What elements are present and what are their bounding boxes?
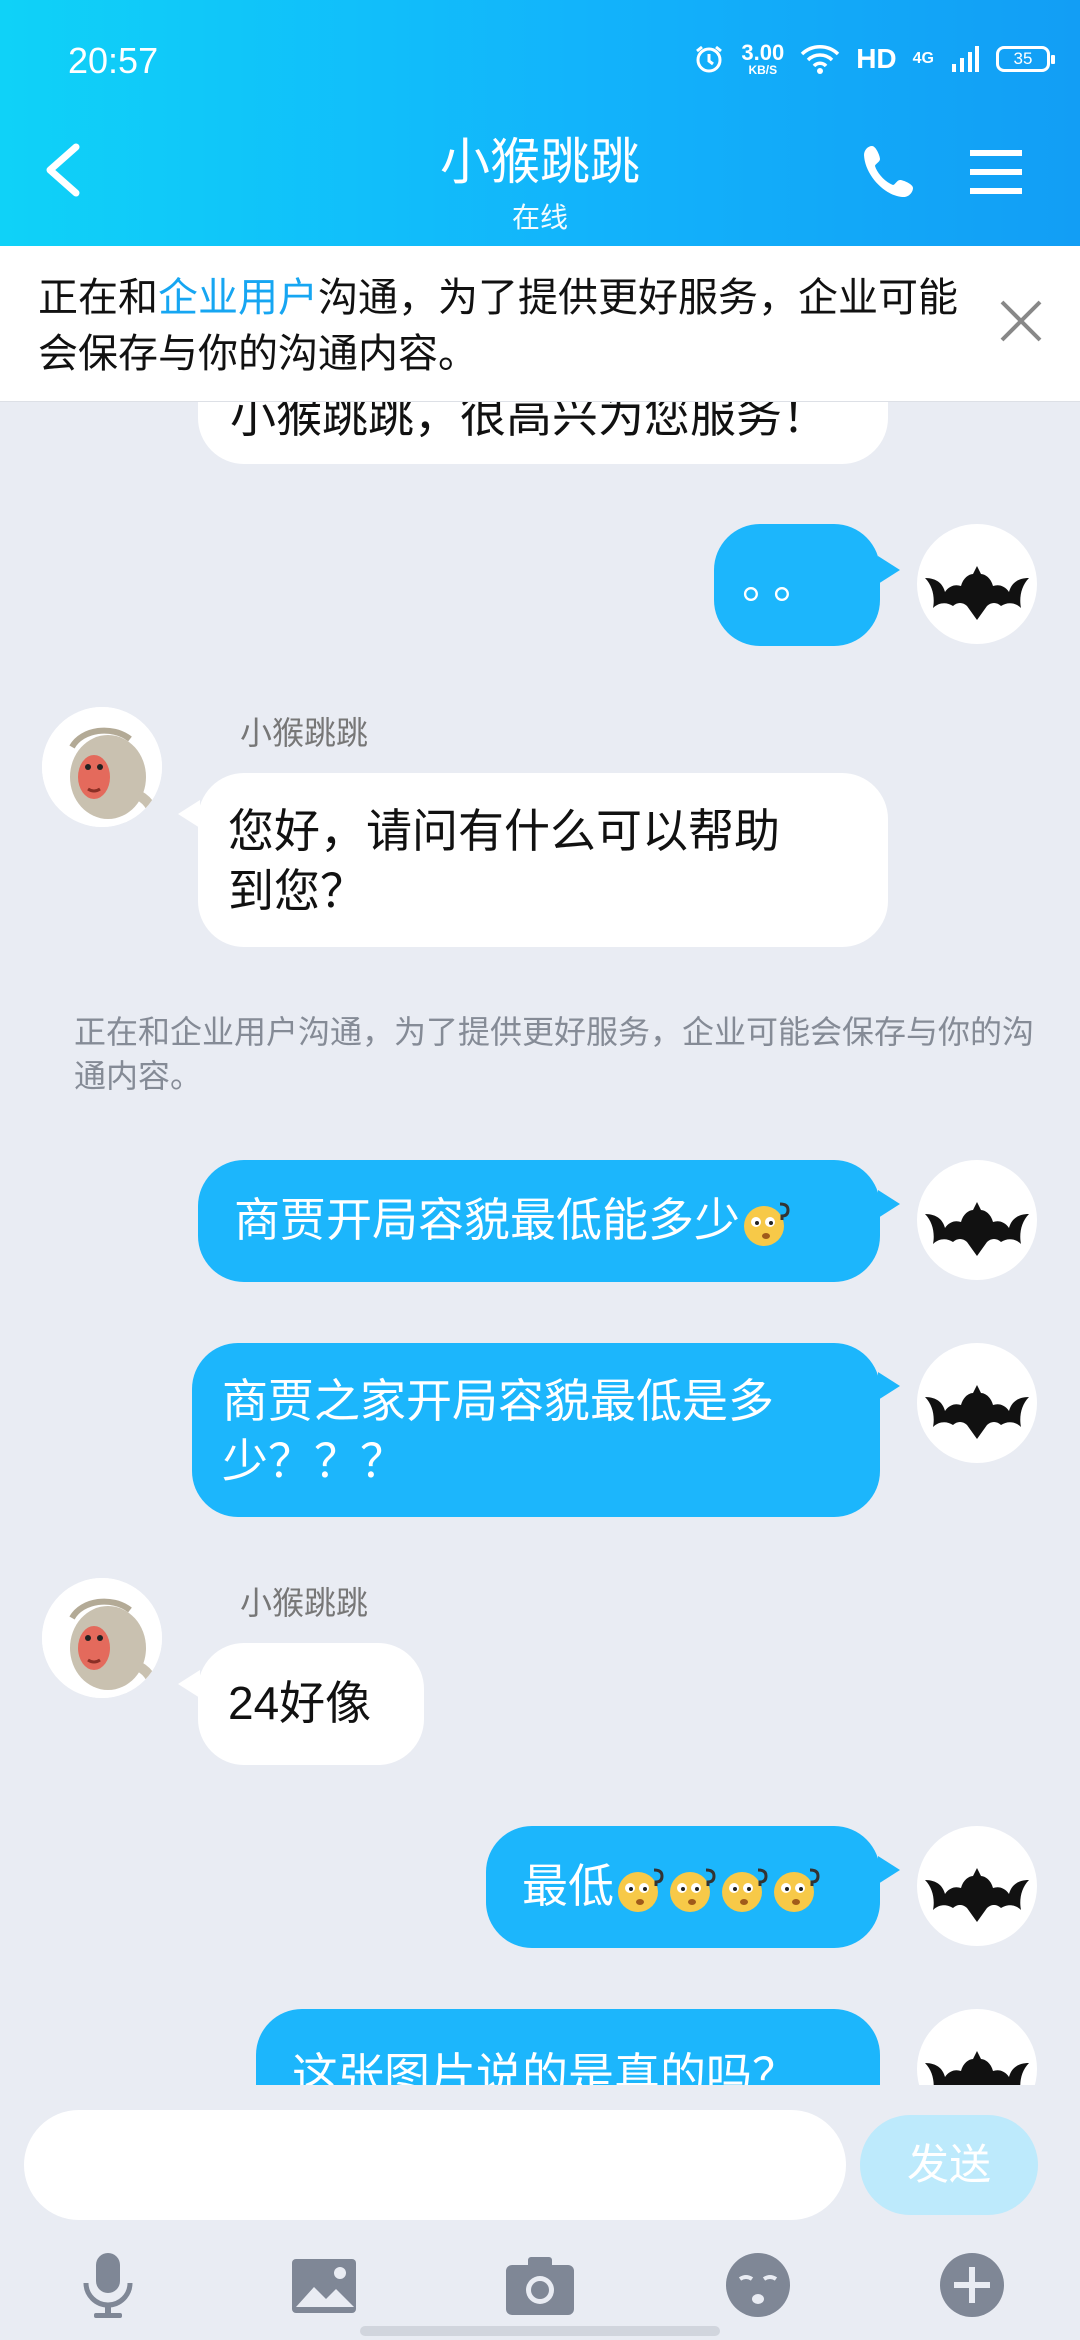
enterprise-user-link[interactable]: 企业用户 [158,276,318,320]
input-bar: 发送 [0,2085,1080,2340]
wifi-icon [800,45,840,74]
notice-text: 正在和企业用户沟通，为了提供更好服务，企业可能会保存与你的沟通内容。 [38,270,978,382]
message-text: 商贾开局容貌最低能多少 [234,1194,740,1246]
send-button[interactable]: 发送 [860,2115,1038,2215]
microphone-icon[interactable] [68,2245,148,2325]
close-icon[interactable] [996,296,1046,346]
contact-avatar[interactable] [42,707,162,827]
notice-prefix: 正在和 [38,276,158,320]
monkey-icon [42,1578,162,1698]
bubble-tail [878,1190,900,1218]
plus-icon[interactable] [932,2245,1012,2325]
bubble-tail [878,1856,900,1884]
message-bubble-sent[interactable]: 商贾之家开局容貌最低是多 少？？？ [192,1343,880,1517]
confused-emoji-icon [670,1868,716,1912]
message-bubble-received[interactable]: 您好，请问有什么可以帮助 到您？ [198,773,888,947]
bat-icon [925,1868,1029,1922]
message-text-line: 最低 [522,1856,822,1916]
my-avatar[interactable] [917,1343,1037,1463]
camera-icon[interactable] [500,2245,580,2325]
emoji-icon[interactable] [718,2245,798,2325]
system-message: 正在和企业用户沟通，为了提供更好服务，企业可能会保存与你的沟通内容。 [74,1014,1035,1094]
message-text: 24好像 [228,1677,372,1729]
status-bar: 20:57 3.00 KB/S HD 4G 35 [0,0,1080,130]
hd-indicator: HD [856,43,897,74]
my-avatar[interactable] [917,524,1037,644]
message-bubble-sent[interactable]: 。。 [714,524,880,646]
message-text-line: 您好，请问有什么可以帮助 [228,805,780,857]
message-text-line: 商贾之家开局容貌最低是多 [222,1375,774,1427]
bubble-tail [178,1670,200,1698]
bubble-tail [178,800,200,828]
message-text: 。。 [742,556,827,608]
status-time: 20:57 [68,40,159,81]
message-bubble-sent[interactable]: 这张图片说的是真的吗？ [256,2009,880,2085]
menu-icon[interactable] [964,140,1028,204]
confused-emoji-icon [618,1868,664,1912]
status-icons: 3.00 KB/S HD 4G 35 [693,40,1055,77]
contact-avatar[interactable] [42,1578,162,1698]
bat-icon [925,2051,1029,2085]
chat-header: 20:57 3.00 KB/S HD 4G 35 小猴跳跳 在线 [0,0,1080,246]
bubble-tail [878,1372,900,1400]
monkey-icon [42,707,162,827]
battery-icon: 35 [996,46,1055,72]
confused-emoji-icon [722,1868,768,1912]
message-text-line: 少？？？ [222,1435,406,1487]
bat-icon [925,566,1029,620]
network-type: 4G [912,50,934,67]
message-bubble-received[interactable]: 24好像 [198,1643,424,1765]
net-speed-unit: KB/S [748,63,778,77]
bat-icon [925,1385,1029,1439]
message-input[interactable] [24,2110,846,2220]
bubble-tail [878,556,900,584]
message-bubble-sent[interactable]: 商贾开局容貌最低能多少 [198,1160,880,1282]
message-text: 最低 [522,1860,614,1912]
sender-name: 小猴跳跳 [240,1585,369,1621]
message-text: 这张图片说的是真的吗？ [292,2049,798,2085]
message-text-line: 商贾开局容貌最低能多少 [234,1190,792,1250]
my-avatar[interactable] [917,1826,1037,1946]
sender-name: 小猴跳跳 [240,715,369,751]
confused-emoji-icon [774,1868,820,1912]
phone-call-icon[interactable] [858,140,922,204]
net-speed: 3.00 KB/S [741,40,785,77]
alarm-icon [696,45,723,73]
net-speed-value: 3.00 [741,40,785,65]
bat-icon [925,1202,1029,1256]
privacy-notice-banner: 正在和企业用户沟通，为了提供更好服务，企业可能会保存与你的沟通内容。 [0,246,1080,402]
my-avatar[interactable] [917,1160,1037,1280]
home-indicator[interactable] [360,2326,720,2336]
confused-emoji-icon [744,1202,790,1246]
message-text-line: 到您？ [228,865,366,917]
my-avatar[interactable] [917,2009,1037,2085]
image-icon[interactable] [284,2245,364,2325]
signal-icon [952,46,979,72]
message-bubble-sent[interactable]: 最低 [486,1826,880,1948]
